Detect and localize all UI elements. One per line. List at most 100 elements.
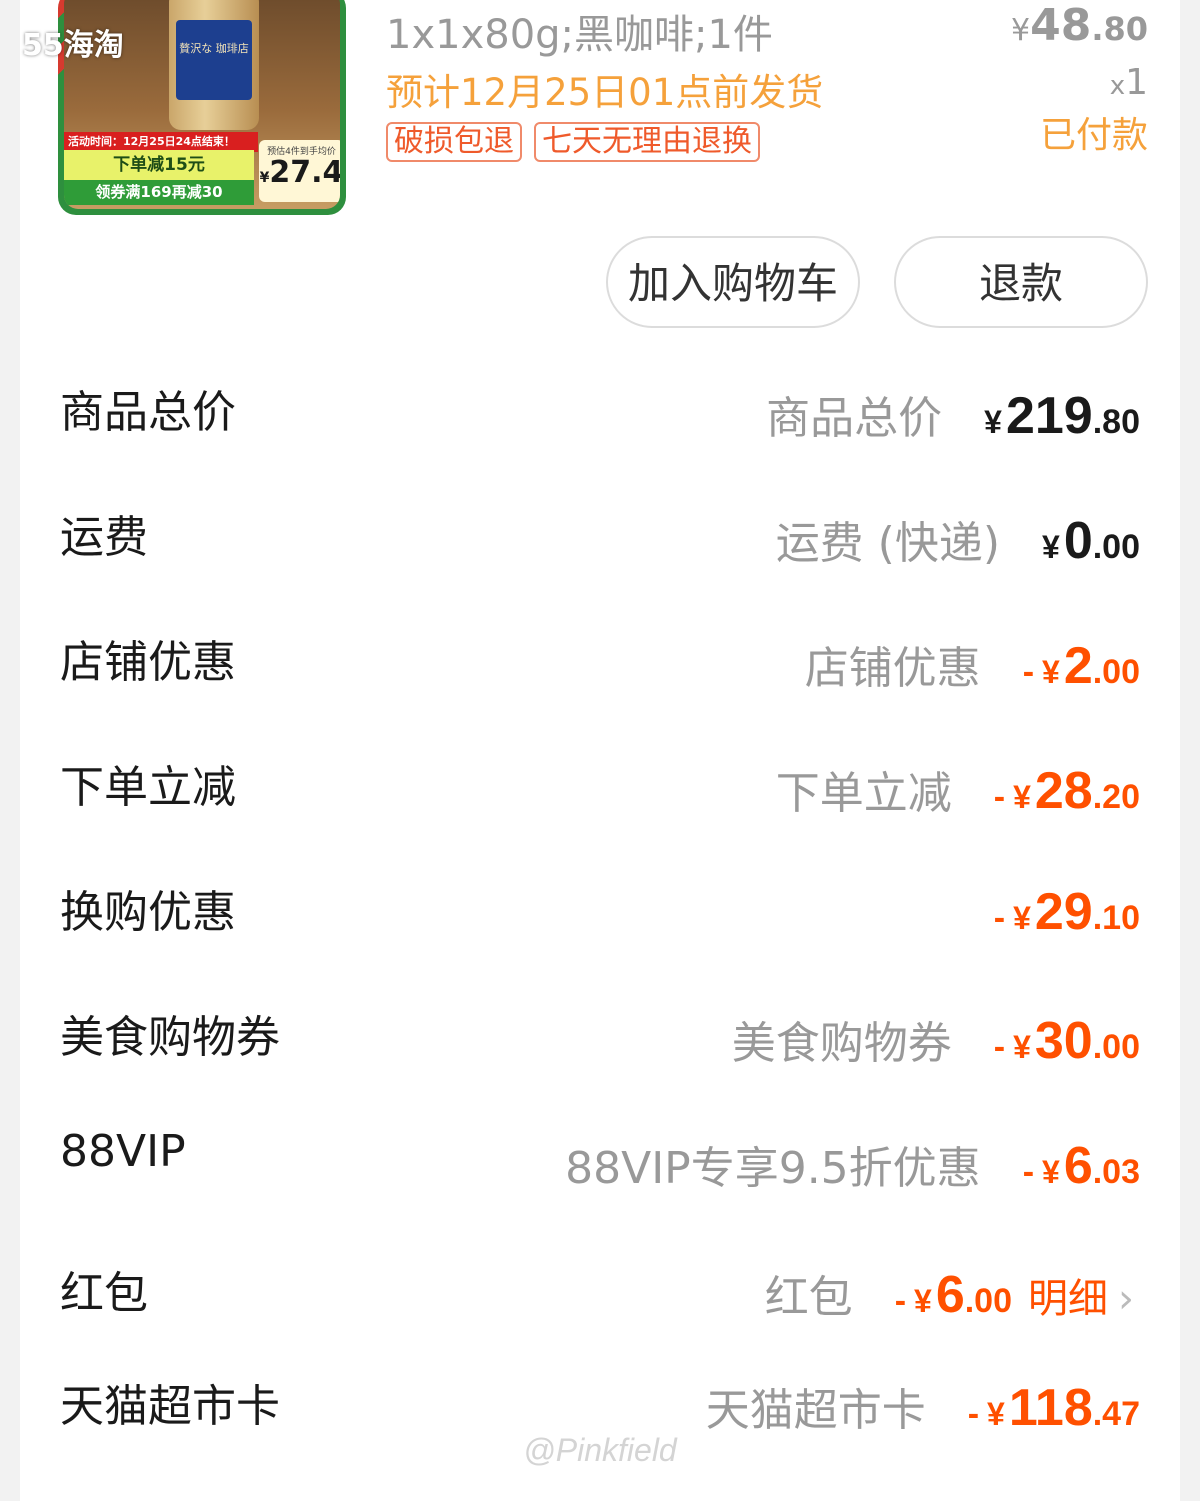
row-label: 商品总价 xyxy=(60,387,236,438)
amount-currency: ¥ xyxy=(1013,779,1031,815)
row-desc: 商品总价 xyxy=(766,393,943,444)
unit-price-currency: ¥ xyxy=(1010,13,1031,48)
row-exchange-discount: 换购优惠 - ¥29.10 xyxy=(0,876,1200,956)
row-label: 运费 xyxy=(60,512,148,563)
row-label: 红包 xyxy=(60,1268,148,1319)
row-label: 换购优惠 xyxy=(60,887,236,938)
row-label: 下单立减 xyxy=(60,762,236,813)
amount-int: 30 xyxy=(1034,1012,1093,1070)
amount-minus: - xyxy=(1022,653,1035,691)
amount-dec: .03 xyxy=(1092,1153,1140,1191)
promo-sub-text: 领券满169再减30 xyxy=(64,180,254,205)
row-desc: 天猫超市卡 xyxy=(705,1385,926,1436)
row-amount: - ¥30.00 xyxy=(994,1011,1140,1071)
row-right: 天猫超市卡 - ¥118.47 xyxy=(706,1374,1140,1438)
row-amount: - ¥6.00 xyxy=(895,1265,1012,1325)
amount-dec: .00 xyxy=(1092,653,1140,691)
row-food-coupon: 美食购物券 美食购物券 - ¥30.00 xyxy=(0,1001,1200,1081)
jar-label: 贅沢な 珈琲店 xyxy=(176,20,252,100)
row-label: 天猫超市卡 xyxy=(60,1381,280,1432)
red-packet-detail-link[interactable]: 明细 xyxy=(1028,1266,1108,1324)
quantity-prefix: x xyxy=(1109,71,1126,101)
promo-price-currency: ¥ xyxy=(259,170,270,186)
row-right: 运费 (快递) ¥0.00 xyxy=(776,507,1140,571)
row-right: 88VIP专享9.5折优惠 - ¥6.03 xyxy=(565,1132,1140,1196)
amount-dec: .47 xyxy=(1092,1395,1140,1433)
row-right: 红包 - ¥6.00 明细 › xyxy=(765,1261,1134,1325)
row-amount: - ¥28.20 xyxy=(994,761,1140,821)
amount-dec: .20 xyxy=(1092,778,1140,816)
tag-damage-refund[interactable]: 破损包退 xyxy=(386,122,522,162)
row-desc: 店铺优惠 xyxy=(804,643,981,694)
amount-minus: - xyxy=(993,899,1006,937)
amount-minus: - xyxy=(894,1282,907,1320)
amount-int: 28 xyxy=(1034,762,1093,820)
row-right: 商品总价 ¥219.80 xyxy=(766,382,1140,446)
product-spec[interactable]: 1x1x80g;黑咖啡;1件 xyxy=(386,2,773,60)
amount-dec: .80 xyxy=(1092,403,1140,441)
quantity: x1 xyxy=(1110,62,1148,103)
amount-int: 0 xyxy=(1063,512,1093,570)
row-label: 店铺优惠 xyxy=(60,637,236,688)
promo-time-strip: 活动时间：12月25日24点结束！ xyxy=(64,132,258,152)
amount-currency: ¥ xyxy=(1042,654,1060,690)
unit-price-int: 48 xyxy=(1030,0,1092,51)
promo-price-value: 27.4 xyxy=(269,155,340,190)
amount-currency: ¥ xyxy=(984,404,1002,440)
tag-seven-day-return[interactable]: 七天无理由退换 xyxy=(534,122,760,162)
add-to-cart-button[interactable]: 加入购物车 xyxy=(606,236,860,328)
shipping-estimate: 预计12月25日01点前发货 xyxy=(386,71,824,114)
unit-price-dec: .80 xyxy=(1091,10,1148,48)
row-desc: 运费 (快递) xyxy=(775,518,1001,569)
row-desc: 红包 xyxy=(764,1272,853,1323)
amount-currency: ¥ xyxy=(1042,529,1060,565)
watermark-user: @Pinkfield xyxy=(523,1432,677,1468)
row-red-packet[interactable]: 红包 红包 - ¥6.00 明细 › xyxy=(0,1257,1200,1337)
amount-currency: ¥ xyxy=(1013,900,1031,936)
row-desc: 美食购物券 xyxy=(731,1018,952,1069)
amount-int: 2 xyxy=(1063,637,1093,695)
amount-int: 6 xyxy=(935,1266,965,1324)
amount-int: 118 xyxy=(1008,1379,1093,1437)
promo-price-box: 预估4件到手均价 ¥27.4 xyxy=(259,140,340,202)
chevron-right-icon[interactable]: › xyxy=(1118,1276,1134,1322)
row-shop-discount: 店铺优惠 店铺优惠 - ¥2.00 xyxy=(0,626,1200,706)
row-amount: ¥219.80 xyxy=(984,386,1140,446)
row-shipping-fee: 运费 运费 (快递) ¥0.00 xyxy=(0,501,1200,581)
amount-minus: - xyxy=(1022,1153,1035,1191)
amount-currency: ¥ xyxy=(914,1283,932,1319)
amount-int: 6 xyxy=(1063,1137,1093,1195)
unit-price: ¥48.80 xyxy=(1011,0,1148,51)
amount-int: 219 xyxy=(1005,387,1093,445)
amount-minus: - xyxy=(993,778,1006,816)
row-right: 美食购物券 - ¥30.00 xyxy=(732,1007,1140,1071)
row-order-instant-discount: 下单立减 下单立减 - ¥28.20 xyxy=(0,751,1200,831)
promo-main-text: 下单减15元 xyxy=(64,150,254,180)
amount-dec: .00 xyxy=(1092,528,1140,566)
promo-price: ¥27.4 xyxy=(259,157,340,194)
row-right: - ¥29.10 xyxy=(994,882,1140,942)
row-amount: - ¥118.47 xyxy=(968,1378,1140,1438)
amount-currency: ¥ xyxy=(1013,1029,1031,1065)
amount-currency: ¥ xyxy=(987,1396,1005,1432)
watermark-logo: 55海淘 xyxy=(22,28,124,63)
amount-dec: .10 xyxy=(1092,899,1140,937)
row-label: 美食购物券 xyxy=(60,1012,280,1063)
amount-int: 29 xyxy=(1034,883,1093,941)
row-right: 下单立减 - ¥28.20 xyxy=(776,757,1140,821)
row-amount: - ¥2.00 xyxy=(1023,636,1140,696)
row-88vip: 88VIP 88VIP专享9.5折优惠 - ¥6.03 xyxy=(0,1126,1200,1206)
service-tags: 破损包退 七天无理由退换 xyxy=(386,122,772,162)
amount-dec: .00 xyxy=(1092,1028,1140,1066)
amount-currency: ¥ xyxy=(1042,1154,1060,1190)
row-desc: 88VIP专享9.5折优惠 xyxy=(565,1143,981,1194)
amount-minus: - xyxy=(967,1395,980,1433)
row-label: 88VIP xyxy=(60,1126,186,1177)
row-total-price: 商品总价 商品总价 ¥219.80 xyxy=(0,376,1200,456)
payment-status: 已付款 xyxy=(1039,115,1148,156)
row-amount: - ¥29.10 xyxy=(994,882,1140,942)
jar-label-text: 贅沢な 珈琲店 xyxy=(179,42,249,55)
row-right: 店铺优惠 - ¥2.00 xyxy=(805,632,1140,696)
row-desc: 下单立减 xyxy=(775,768,952,819)
refund-button[interactable]: 退款 xyxy=(894,236,1148,328)
